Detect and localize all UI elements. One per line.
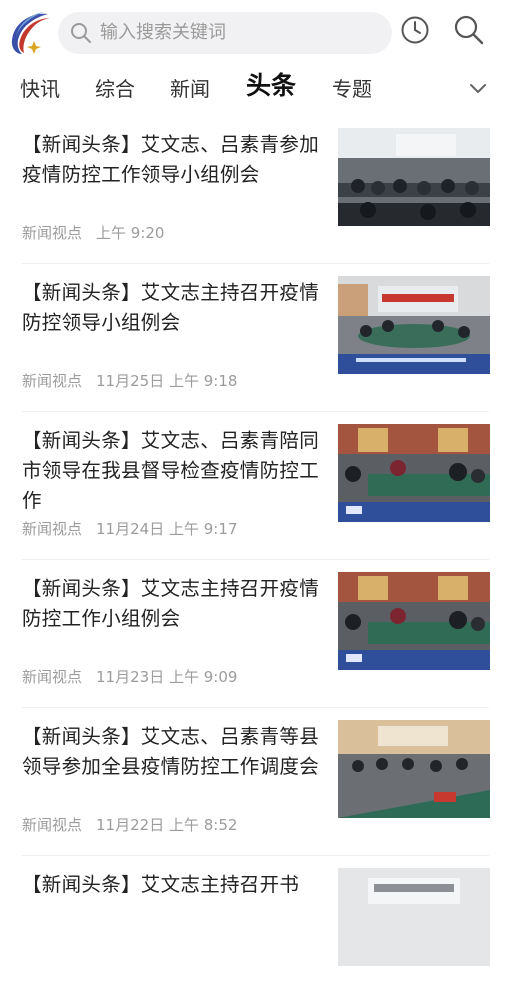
news-item[interactable]: 【新闻头条】艾文志、吕素青等县领导参加全县疫情防控工作调度会 新闻视点 11月22… [0, 708, 507, 856]
top-bar: 输入搜索关键词 [0, 0, 507, 62]
history-clock-icon[interactable] [399, 14, 431, 46]
news-title[interactable]: 【新闻头条】艾文志、吕素青等县领导参加全县疫情防控工作调度会 [22, 722, 332, 782]
tab-kuaixun[interactable]: 快讯 [20, 76, 60, 102]
news-title[interactable]: 【新闻头条】艾文志、吕素青参加疫情防控工作领导小组例会 [22, 130, 332, 190]
news-time: 11月25日 上午 9:18 [96, 372, 238, 390]
news-thumbnail[interactable] [338, 572, 490, 670]
tab-zonghe[interactable]: 综合 [95, 76, 135, 102]
news-thumbnail[interactable] [338, 424, 490, 522]
chevron-down-icon[interactable] [468, 78, 488, 98]
tab-toutiao[interactable]: 头条 [246, 73, 296, 99]
news-meta: 新闻视点 11月25日 上午 9:18 [22, 370, 251, 391]
news-source: 新闻视点 [22, 668, 83, 686]
news-time: 11月24日 上午 9:17 [96, 520, 238, 538]
news-source: 新闻视点 [22, 816, 83, 834]
tab-xinwen[interactable]: 新闻 [170, 76, 210, 102]
news-thumbnail[interactable] [338, 128, 490, 226]
news-thumbnail[interactable] [338, 720, 490, 818]
search-bar[interactable]: 输入搜索关键词 [58, 12, 392, 54]
search-button-icon[interactable] [452, 13, 486, 47]
news-item[interactable]: 【新闻头条】艾文志主持召开疫情防控工作小组例会 新闻视点 11月23日 上午 9:… [0, 560, 507, 708]
search-icon [71, 23, 91, 43]
news-time: 11月23日 上午 9:09 [96, 668, 238, 686]
news-thumbnail[interactable] [338, 276, 490, 374]
news-meta: 新闻视点 上午 9:20 [22, 222, 178, 243]
category-tabs: 快讯 综合 新闻 头条 专题 [0, 62, 507, 116]
tab-zhuanti[interactable]: 专题 [332, 76, 372, 102]
news-item[interactable]: 【新闻头条】艾文志、吕素青参加疫情防控工作领导小组例会 新闻视点 上午 9:20 [0, 116, 507, 264]
news-source: 新闻视点 [22, 520, 83, 538]
news-meta: 新闻视点 11月22日 上午 8:52 [22, 814, 251, 835]
news-time: 11月22日 上午 8:52 [96, 816, 238, 834]
news-title[interactable]: 【新闻头条】艾文志主持召开书 [22, 870, 332, 900]
news-meta [22, 962, 50, 980]
news-title[interactable]: 【新闻头条】艾文志主持召开疫情防控领导小组例会 [22, 278, 332, 338]
app-logo [11, 12, 50, 54]
news-item[interactable]: 【新闻头条】艾文志、吕素青陪同市领导在我县督导检查疫情防控工作 新闻视点 11月2… [0, 412, 507, 560]
news-meta: 新闻视点 11月24日 上午 9:17 [22, 518, 251, 539]
news-meta: 新闻视点 11月23日 上午 9:09 [22, 666, 251, 687]
search-input[interactable]: 输入搜索关键词 [100, 22, 226, 44]
news-title[interactable]: 【新闻头条】艾文志、吕素青陪同市领导在我县督导检查疫情防控工作 [22, 426, 332, 516]
news-item[interactable]: 【新闻头条】艾文志主持召开书 [0, 856, 507, 1004]
news-source: 新闻视点 [22, 224, 83, 242]
news-thumbnail[interactable] [338, 868, 490, 966]
news-time: 上午 9:20 [96, 224, 165, 242]
news-source: 新闻视点 [22, 372, 83, 390]
news-item[interactable]: 【新闻头条】艾文志主持召开疫情防控领导小组例会 新闻视点 11月25日 上午 9:… [0, 264, 507, 412]
news-title[interactable]: 【新闻头条】艾文志主持召开疫情防控工作小组例会 [22, 574, 332, 634]
